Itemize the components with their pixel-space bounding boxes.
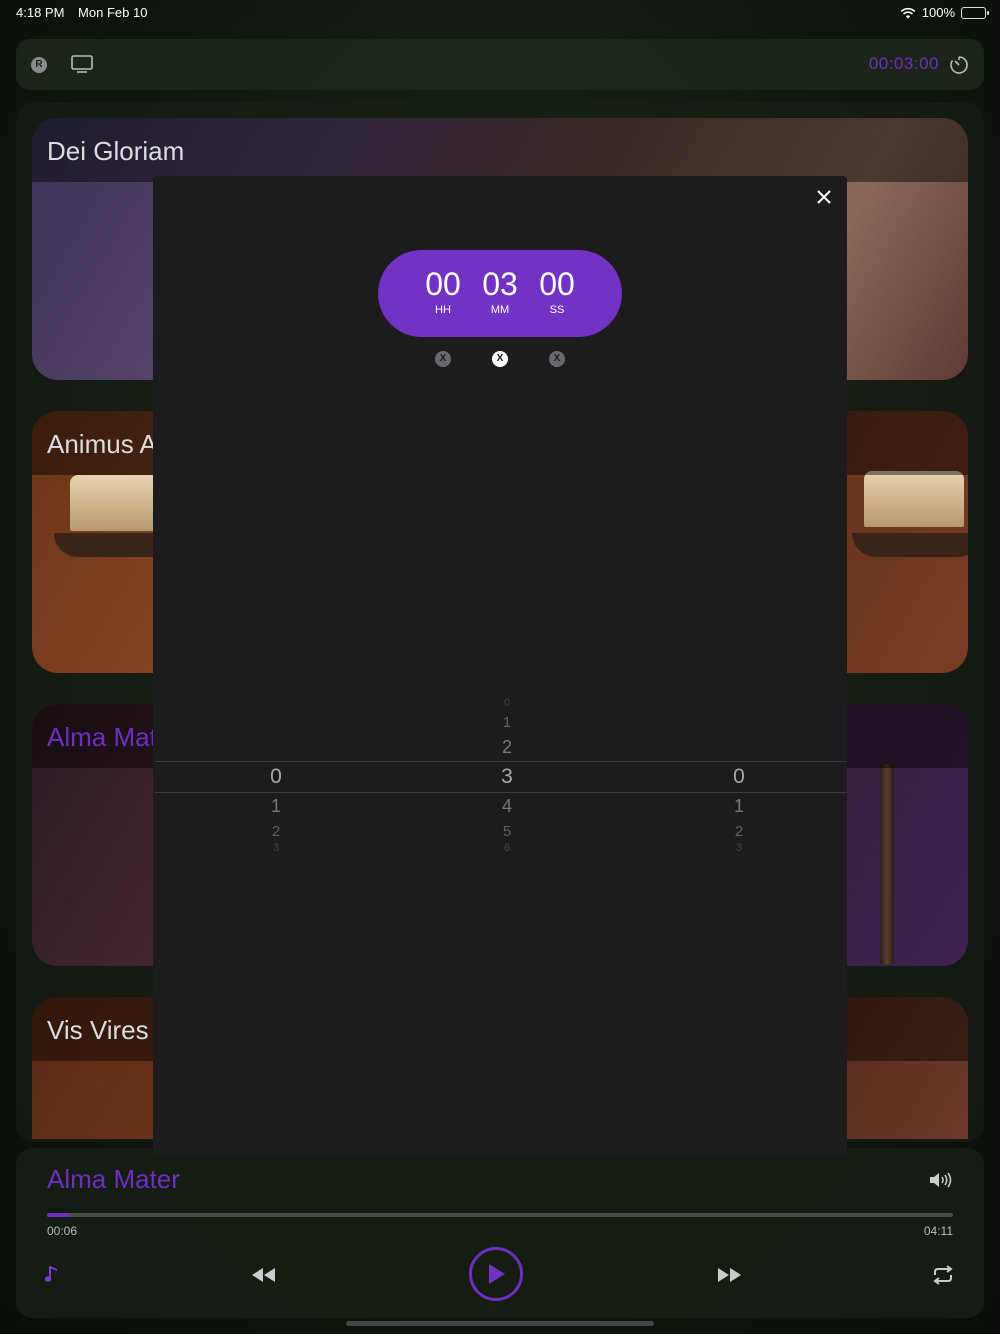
repeat-icon[interactable] xyxy=(932,1265,954,1290)
now-playing-title: Alma Mater xyxy=(47,1164,180,1194)
wheel-item-selected: 0 xyxy=(733,765,745,788)
wheel-item-selected: 3 xyxy=(501,765,513,788)
rewind-icon[interactable] xyxy=(251,1267,277,1288)
wheel-item: 2 xyxy=(271,823,281,840)
battery-icon xyxy=(961,6,989,19)
clear-hours-button[interactable]: X xyxy=(435,351,451,367)
total-time: 04:11 xyxy=(923,1224,953,1238)
progress-bar[interactable] xyxy=(47,1213,953,1217)
seconds-wheel[interactable]: 0 1 2 3 xyxy=(709,676,769,866)
clear-minutes-button[interactable]: X xyxy=(492,351,508,367)
timer-readout[interactable]: 00:03:00 xyxy=(869,54,939,74)
wheel-item: 1 xyxy=(733,796,744,816)
track-title: Animus A xyxy=(47,429,157,459)
wifi-icon xyxy=(900,7,916,19)
timer-display: 00 HH 03 MM 00 SS xyxy=(378,250,622,337)
seconds-value: 00 xyxy=(539,266,575,302)
minutes-label: MM xyxy=(490,304,510,316)
minutes-wheel[interactable]: 0 1 2 3 4 5 6 xyxy=(477,676,537,866)
track-title: Vis Vires xyxy=(47,1015,149,1045)
r-badge-icon[interactable]: R xyxy=(31,57,47,73)
status-time: 4:18 PM xyxy=(16,5,65,20)
current-time: 00:06 xyxy=(47,1224,78,1238)
fast-forward-icon[interactable] xyxy=(716,1267,742,1288)
sleep-timer-modal: 00 HH 03 MM 00 SS X X X 0 1 2 3 0 1 2 3 … xyxy=(153,176,847,1157)
music-note-icon[interactable] xyxy=(44,1264,60,1289)
home-indicator xyxy=(346,1321,654,1326)
timer-icon[interactable] xyxy=(949,55,969,80)
wheel-item: 1 xyxy=(270,796,281,816)
now-playing-panel: Alma Mater 00:06 04:11 xyxy=(16,1148,984,1318)
play-button[interactable] xyxy=(469,1247,523,1301)
wheel-item: 1 xyxy=(502,714,512,731)
display-icon[interactable] xyxy=(71,55,93,78)
status-bar: 4:18 PM Mon Feb 10 100% xyxy=(0,0,1000,24)
hours-label: HH xyxy=(435,304,451,316)
top-toolbar: R 00:03:00 xyxy=(16,39,984,90)
status-date: Mon Feb 10 xyxy=(78,5,148,20)
track-title: Alma Mat xyxy=(47,722,157,752)
hours-value: 00 xyxy=(425,266,461,302)
seconds-segment[interactable]: 00 SS xyxy=(527,266,587,316)
wheel-item-selected: 0 xyxy=(270,765,282,788)
clear-seconds-button[interactable]: X xyxy=(549,351,565,367)
seconds-label: SS xyxy=(549,304,565,316)
wheel-item: 3 xyxy=(272,842,280,854)
close-icon[interactable] xyxy=(813,186,835,208)
hours-wheel[interactable]: 0 1 2 3 xyxy=(246,676,306,866)
wheel-item: 4 xyxy=(501,796,512,816)
hours-segment[interactable]: 00 HH xyxy=(413,266,473,316)
wheel-item: 2 xyxy=(501,737,512,757)
play-icon xyxy=(489,1264,505,1284)
wheel-item: 3 xyxy=(735,842,743,854)
battery-percent: 100% xyxy=(921,5,955,20)
wheel-item: 6 xyxy=(503,842,511,854)
wheel-item: 2 xyxy=(734,823,744,840)
volume-icon[interactable] xyxy=(928,1170,954,1195)
wheel-item: 0 xyxy=(503,697,511,709)
minutes-segment[interactable]: 03 MM xyxy=(470,266,530,316)
wheel-item: 5 xyxy=(502,823,512,840)
minutes-value: 03 xyxy=(482,266,518,302)
track-title: Dei Gloriam xyxy=(47,136,185,166)
